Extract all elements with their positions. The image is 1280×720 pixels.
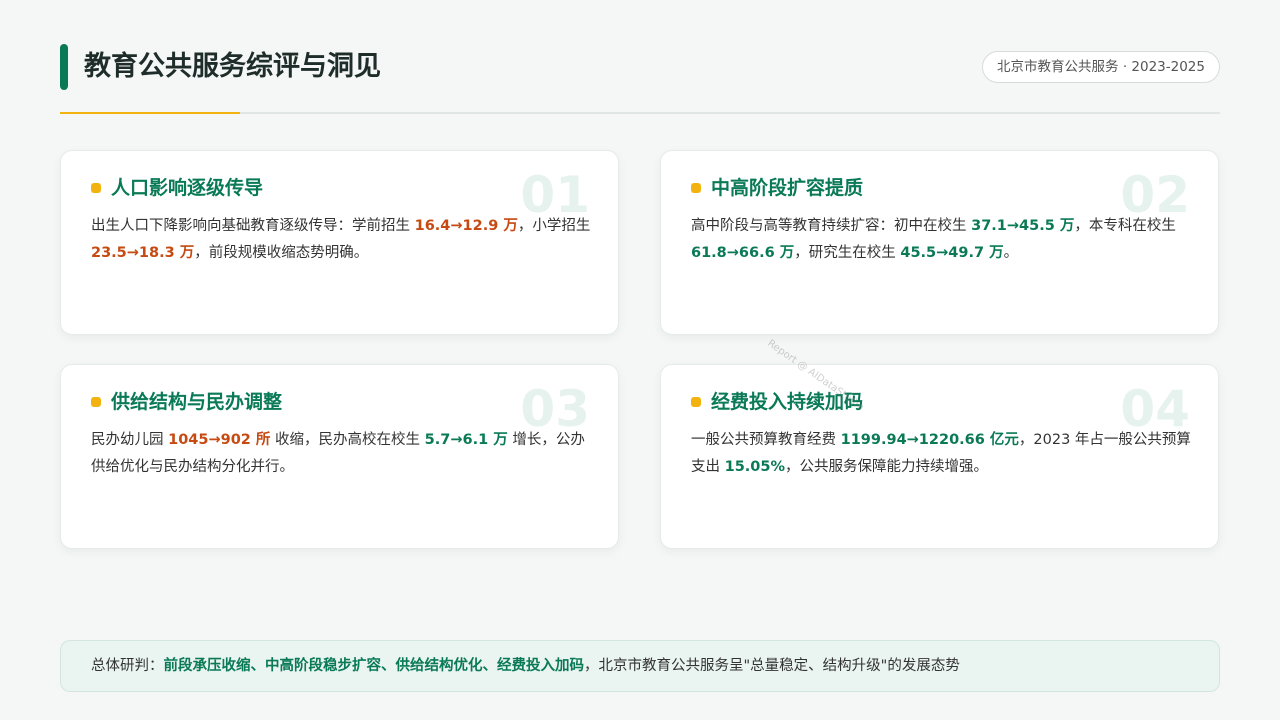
text-segment: 高中阶段与高等教育持续扩容：初中在校生 xyxy=(691,218,972,234)
insight-card-1: 01 人口影响逐级传导 出生人口下降影响向基础教育逐级传导：学前招生 16.4→… xyxy=(60,150,619,335)
highlight-value: 37.1→45.5 万 xyxy=(971,218,1075,234)
text-segment: 收缩，民办高校在校生 xyxy=(270,432,425,448)
card-title: 人口影响逐级传导 xyxy=(111,177,264,199)
bullet-dot-icon xyxy=(691,397,701,407)
bullet-dot-icon xyxy=(691,183,701,193)
highlight-value: 16.4→12.9 万 xyxy=(414,218,518,234)
highlight-value: 23.5→18.3 万 xyxy=(91,245,195,261)
highlight-value: 61.8→66.6 万 xyxy=(691,245,795,261)
insight-card-2: 02 中高阶段扩容提质 高中阶段与高等教育持续扩容：初中在校生 37.1→45.… xyxy=(660,150,1219,335)
card-body: 民办幼儿园 1045→902 所 收缩，民办高校在校生 5.7→6.1 万 增长… xyxy=(91,427,596,481)
highlight-value: 1045→902 所 xyxy=(168,432,271,448)
text-segment: 一般公共预算教育经费 xyxy=(691,432,841,448)
bullet-dot-icon xyxy=(91,183,101,193)
summary-banner: 总体研判：前段承压收缩、中高阶段稳步扩容、供给结构优化、经费投入加码，北京市教育… xyxy=(60,640,1220,692)
card-body: 一般公共预算教育经费 1199.94→1220.66 亿元，2023 年占一般公… xyxy=(691,427,1196,481)
bullet-dot-icon xyxy=(91,397,101,407)
card-title: 供给结构与民办调整 xyxy=(111,391,283,413)
text-segment: 出生人口下降影响向基础教育逐级传导：学前招生 xyxy=(91,218,415,234)
text-segment: ，小学招生 xyxy=(517,218,591,234)
highlight-value: 前段承压收缩、中高阶段稳步扩容、供给结构优化、经费投入加码 xyxy=(163,658,585,674)
card-body: 高中阶段与高等教育持续扩容：初中在校生 37.1→45.5 万，本专科在校生 6… xyxy=(691,213,1196,267)
text-segment: ，公共服务保障能力持续增强。 xyxy=(785,459,989,475)
text-segment: 。 xyxy=(1003,245,1019,261)
highlight-value: 45.5→49.7 万 xyxy=(900,245,1004,261)
text-segment: ，前段规模收缩态势明确。 xyxy=(194,245,369,261)
highlight-value: 15.05% xyxy=(724,459,786,475)
text-segment: 民办幼儿园 xyxy=(91,432,169,448)
card-body: 出生人口下降影响向基础教育逐级传导：学前招生 16.4→12.9 万，小学招生 … xyxy=(91,213,596,267)
card-title: 中高阶段扩容提质 xyxy=(711,177,864,199)
text-segment: 总体研判： xyxy=(91,658,164,674)
page-header: 教育公共服务综评与洞见 北京市教育公共服务 · 2023-2025 xyxy=(60,44,1220,114)
text-segment: ，本专科在校生 xyxy=(1074,218,1176,234)
text-segment: ，研究生在校生 xyxy=(794,245,901,261)
scope-badge: 北京市教育公共服务 · 2023-2025 xyxy=(982,51,1220,83)
highlight-value: 1199.94→1220.66 亿元 xyxy=(840,432,1019,448)
insight-card-3: 03 供给结构与民办调整 民办幼儿园 1045→902 所 收缩，民办高校在校生… xyxy=(60,364,619,549)
header-divider-accent xyxy=(60,112,240,114)
text-segment: ，北京市教育公共服务呈"总量稳定、结构升级"的发展态势 xyxy=(584,658,960,674)
insight-card-4: 04 经费投入持续加码 一般公共预算教育经费 1199.94→1220.66 亿… xyxy=(660,364,1219,549)
title-accent-bar xyxy=(60,44,68,90)
page-title: 教育公共服务综评与洞见 xyxy=(84,51,381,82)
highlight-value: 5.7→6.1 万 xyxy=(424,432,508,448)
